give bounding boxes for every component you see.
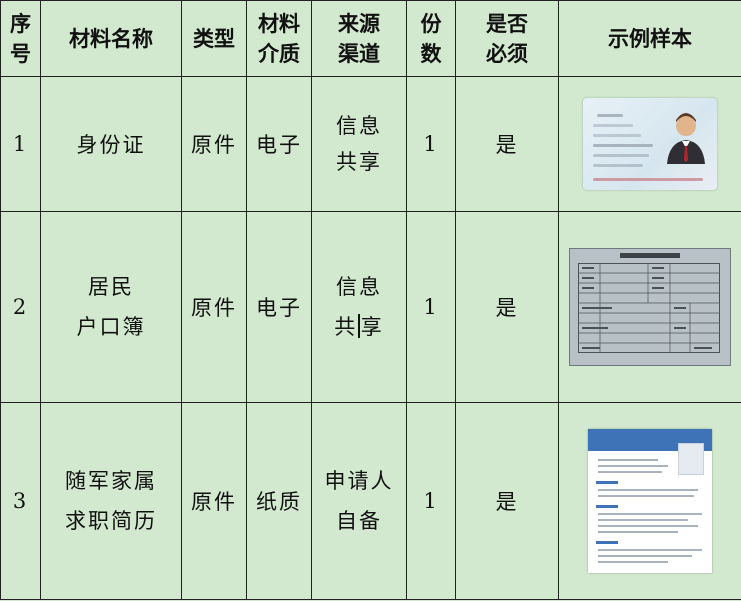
table-row: 1 身份证 原件 电子 信息 共享 1 是 xyxy=(0,76,741,212)
header-sample: 示例样本 xyxy=(558,0,741,77)
cell-copies: 1 xyxy=(406,76,456,212)
cell-medium: 电子 xyxy=(246,211,312,403)
text-cursor xyxy=(358,314,360,338)
household-register-image xyxy=(569,248,731,366)
header-copies: 份数 xyxy=(406,0,456,77)
person-avatar-icon xyxy=(667,113,705,164)
id-card-image xyxy=(583,98,717,190)
cell-type: 原件 xyxy=(181,402,247,600)
cell-required: 是 xyxy=(455,402,559,600)
cell-required: 是 xyxy=(455,211,559,403)
cell-source: 信息 共享 xyxy=(311,211,407,403)
header-type: 类型 xyxy=(181,0,247,77)
header-name: 材料名称 xyxy=(40,0,182,77)
cell-name: 身份证 xyxy=(40,76,182,212)
cell-medium: 电子 xyxy=(246,76,312,212)
header-source: 来源 渠道 xyxy=(311,0,407,77)
cell-required: 是 xyxy=(455,76,559,212)
header-medium: 材料 介质 xyxy=(246,0,312,77)
cell-name: 居民 户口簿 xyxy=(40,211,182,403)
header-row: 序号 材料名称 类型 材料 介质 来源 渠道 份数 是否 必须 示例样本 xyxy=(0,0,741,77)
cell-seq: 1 xyxy=(0,76,41,212)
resume-image xyxy=(588,429,712,573)
cell-copies: 1 xyxy=(406,402,456,600)
cell-source: 申请人 自备 xyxy=(311,402,407,600)
header-seq: 序号 xyxy=(0,0,41,77)
cell-sample xyxy=(558,211,741,403)
header-required: 是否 必须 xyxy=(455,0,559,77)
cell-type: 原件 xyxy=(181,211,247,403)
cell-medium: 纸质 xyxy=(246,402,312,600)
cell-source: 信息 共享 xyxy=(311,76,407,212)
cell-seq: 3 xyxy=(0,402,41,600)
table-row: 3 随军家属 求职简历 原件 纸质 申请人 自备 1 是 xyxy=(0,402,741,600)
cell-copies: 1 xyxy=(406,211,456,403)
cell-type: 原件 xyxy=(181,76,247,212)
cell-name: 随军家属 求职简历 xyxy=(40,402,182,600)
materials-table: 序号 材料名称 类型 材料 介质 来源 渠道 份数 是否 必须 示例样本 1 身份证 … xyxy=(0,0,741,600)
table-row: 2 居民 户口簿 原件 电子 信息 共享 1 是 xyxy=(0,211,741,403)
cell-sample xyxy=(558,402,741,600)
cell-sample xyxy=(558,76,741,212)
cell-seq: 2 xyxy=(0,211,41,403)
